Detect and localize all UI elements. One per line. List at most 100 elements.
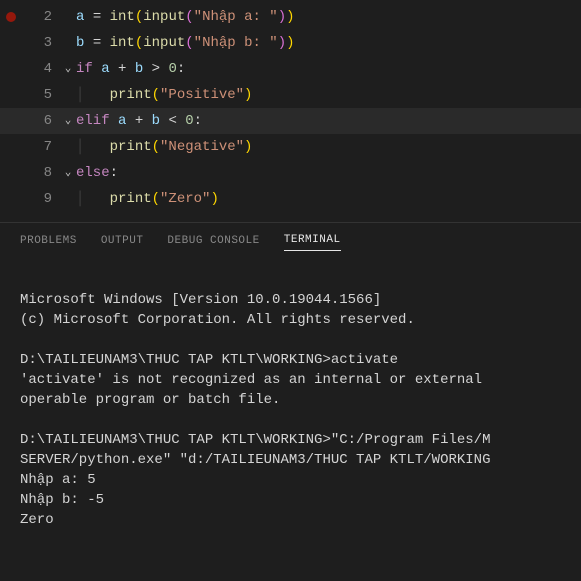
line-number: 3: [0, 30, 60, 56]
token: (: [152, 87, 160, 103]
fold-icon[interactable]: ⌄: [60, 56, 76, 82]
token: [126, 113, 134, 129]
token: (: [135, 35, 143, 51]
token: b: [152, 113, 160, 129]
line-number: 5: [0, 82, 60, 108]
token: (: [152, 139, 160, 155]
token: if: [76, 61, 93, 77]
token: [84, 9, 92, 25]
line-number: 4: [0, 56, 60, 82]
token: :: [194, 113, 202, 129]
code-content[interactable]: │ print("Negative"): [76, 134, 252, 160]
token: (: [135, 9, 143, 25]
token: ): [278, 35, 286, 51]
token: 0: [168, 61, 176, 77]
token: [101, 9, 109, 25]
code-line[interactable]: 5 │ print("Positive"): [0, 82, 581, 108]
terminal-line: D:\TAILIEUNAM3\THUC TAP KTLT\WORKING>"C:…: [20, 430, 561, 450]
code-line[interactable]: 4⌄if a + b > 0:: [0, 56, 581, 82]
code-line[interactable]: 6⌄elif a + b < 0:: [0, 108, 581, 134]
token: ): [286, 35, 294, 51]
terminal-line: [20, 270, 561, 290]
token: <: [168, 113, 176, 129]
line-number: 6: [0, 108, 60, 134]
terminal-line: D:\TAILIEUNAM3\THUC TAP KTLT\WORKING>act…: [20, 350, 561, 370]
token: print: [110, 191, 152, 207]
token: a: [101, 61, 109, 77]
terminal-line: SERVER/python.exe" "d:/TAILIEUNAM3/THUC …: [20, 450, 561, 470]
terminal-line: (c) Microsoft Corporation. All rights re…: [20, 310, 561, 330]
token: [143, 61, 151, 77]
terminal-line: 'activate' is not recognized as an inter…: [20, 370, 561, 390]
token: :: [177, 61, 185, 77]
token: "Positive": [160, 87, 244, 103]
line-number: 8: [0, 160, 60, 186]
token: :: [110, 165, 118, 181]
token: ): [286, 9, 294, 25]
fold-icon[interactable]: ⌄: [60, 108, 76, 134]
token: [143, 113, 151, 129]
code-editor[interactable]: 2a = int(input("Nhập a: "))3b = int(inpu…: [0, 0, 581, 222]
code-line[interactable]: 2a = int(input("Nhập a: ")): [0, 4, 581, 30]
code-content[interactable]: a = int(input("Nhập a: ")): [76, 4, 295, 30]
terminal-line: operable program or batch file.: [20, 390, 561, 410]
token: ): [244, 139, 252, 155]
line-number: 7: [0, 134, 60, 160]
code-content[interactable]: elif a + b < 0:: [76, 108, 202, 134]
terminal-line: [20, 410, 561, 430]
indent-guide: │: [76, 139, 110, 155]
tab-output[interactable]: OUTPUT: [101, 231, 144, 251]
token: [84, 35, 92, 51]
token: [93, 61, 101, 77]
indent-guide: │: [76, 191, 110, 207]
code-content[interactable]: else:: [76, 160, 118, 186]
terminal-output[interactable]: Microsoft Windows [Version 10.0.19044.15…: [0, 258, 581, 581]
token: int: [110, 35, 135, 51]
token: "Negative": [160, 139, 244, 155]
tab-terminal[interactable]: TERMINAL: [284, 230, 341, 251]
code-line[interactable]: 3b = int(input("Nhập b: ")): [0, 30, 581, 56]
token: [110, 61, 118, 77]
terminal-line: Zero: [20, 510, 561, 530]
token: "Nhập a: ": [194, 9, 278, 25]
terminal-line: Nhập b: -5: [20, 490, 561, 510]
panel-tabbar: PROBLEMS OUTPUT DEBUG CONSOLE TERMINAL: [0, 223, 581, 258]
token: 0: [185, 113, 193, 129]
token: ): [210, 191, 218, 207]
token: elif: [76, 113, 110, 129]
token: >: [152, 61, 160, 77]
tab-problems[interactable]: PROBLEMS: [20, 231, 77, 251]
code-content[interactable]: │ print("Zero"): [76, 186, 219, 212]
terminal-line: Microsoft Windows [Version 10.0.19044.15…: [20, 290, 561, 310]
bottom-panel: PROBLEMS OUTPUT DEBUG CONSOLE TERMINAL Micr…: [0, 222, 581, 581]
token: ): [244, 87, 252, 103]
code-content[interactable]: │ print("Positive"): [76, 82, 252, 108]
line-number: 9: [0, 186, 60, 212]
token: [110, 113, 118, 129]
token: "Nhập b: ": [194, 35, 278, 51]
token: else: [76, 165, 110, 181]
token: +: [135, 113, 143, 129]
code-content[interactable]: if a + b > 0:: [76, 56, 185, 82]
token: print: [110, 139, 152, 155]
code-line[interactable]: 7 │ print("Negative"): [0, 134, 581, 160]
token: =: [93, 35, 101, 51]
token: ): [278, 9, 286, 25]
tab-debug-console[interactable]: DEBUG CONSOLE: [167, 231, 259, 251]
code-line[interactable]: 9 │ print("Zero"): [0, 186, 581, 212]
token: input: [143, 35, 185, 51]
token: input: [143, 9, 185, 25]
token: [101, 35, 109, 51]
indent-guide: │: [76, 87, 110, 103]
breakpoint-icon[interactable]: [6, 12, 16, 22]
token: [177, 113, 185, 129]
code-content[interactable]: b = int(input("Nhập b: ")): [76, 30, 295, 56]
token: (: [152, 191, 160, 207]
code-line[interactable]: 8⌄else:: [0, 160, 581, 186]
token: "Zero": [160, 191, 210, 207]
token: print: [110, 87, 152, 103]
token: b: [135, 61, 143, 77]
token: (: [185, 9, 193, 25]
token: =: [93, 9, 101, 25]
fold-icon[interactable]: ⌄: [60, 160, 76, 186]
